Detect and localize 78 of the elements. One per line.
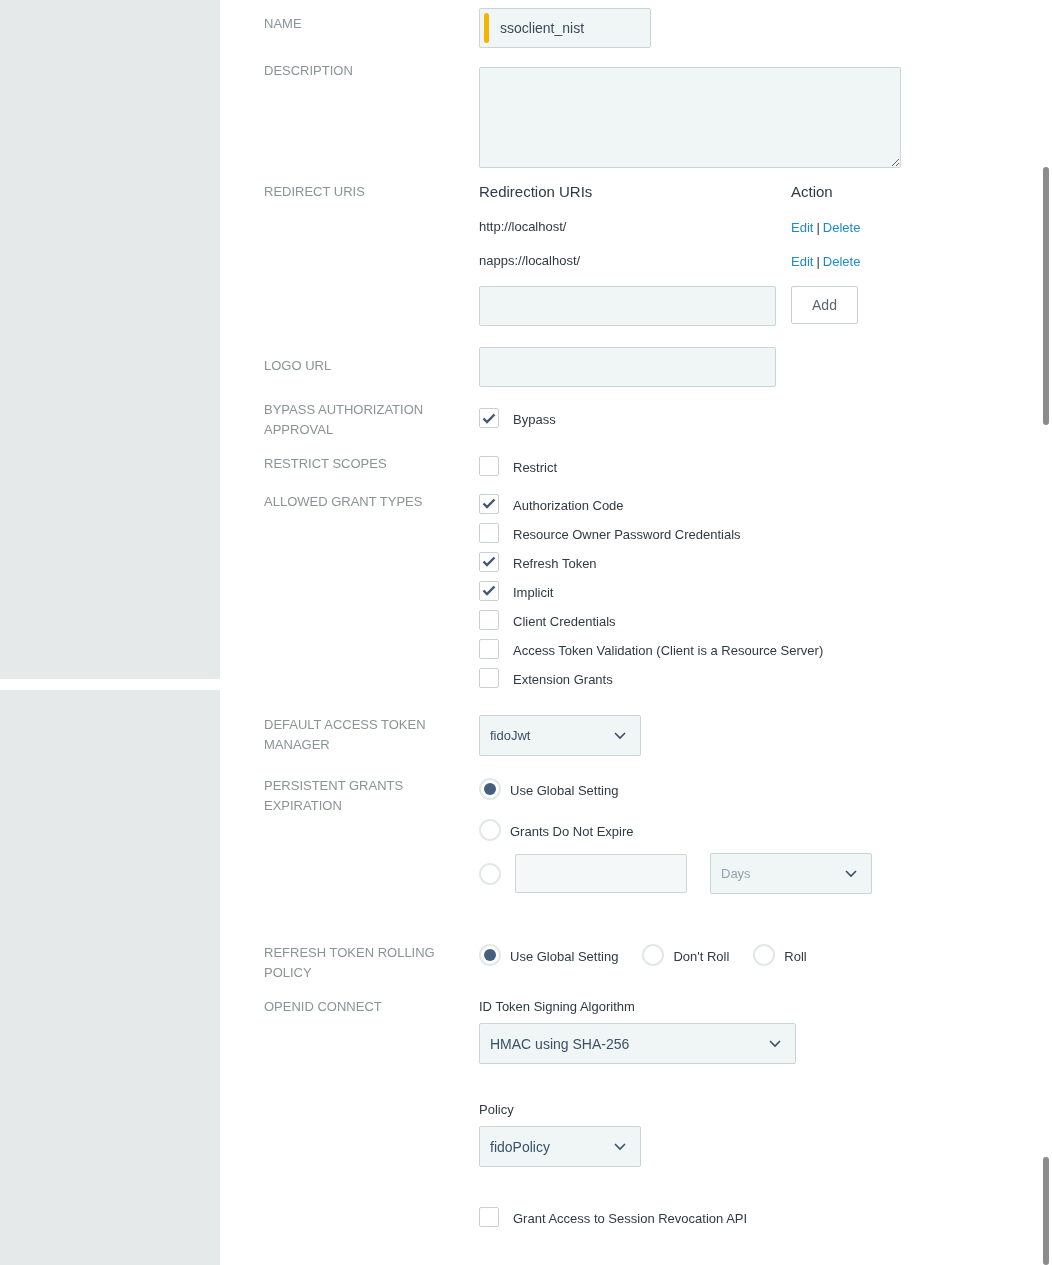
chevron-down-icon — [614, 1142, 626, 1151]
field-label: Policy — [479, 1101, 515, 1119]
uri-cell-text: napps://localhost/ — [479, 252, 582, 270]
field-label: POLICY — [264, 964, 313, 982]
radio-label[interactable]: Use Global Setting — [510, 948, 619, 964]
edit-link[interactable]: Edit — [791, 253, 814, 269]
check-icon — [482, 412, 496, 424]
radio-button[interactable] — [753, 944, 776, 966]
checkbox[interactable] — [479, 1207, 499, 1227]
scrollbar-thumb[interactable] — [1043, 167, 1049, 425]
chevron-down-icon — [614, 731, 626, 740]
check-icon — [482, 556, 496, 567]
algorithm-select[interactable]: HMAC using SHA-256 — [479, 1023, 796, 1064]
field-label: EXPIRATION — [264, 797, 343, 815]
duration-field[interactable] — [515, 854, 687, 893]
column-header: Redirection URIs — [479, 182, 594, 202]
field-label: APPROVAL — [264, 421, 335, 439]
field-label: DESCRIPTION — [264, 62, 354, 80]
radio-button[interactable] — [479, 944, 501, 966]
checkbox[interactable] — [479, 456, 499, 476]
scrollbar-thumb[interactable] — [1043, 1157, 1049, 1265]
checkbox-label[interactable]: Restrict — [513, 460, 558, 475]
field-label: ALLOWED GRANT TYPES — [264, 493, 424, 511]
delete-link[interactable]: Delete — [822, 219, 861, 235]
separator: | — [816, 219, 820, 235]
field-label: REDIRECT URIS — [264, 183, 366, 201]
checkbox[interactable] — [479, 609, 499, 630]
check-icon — [482, 585, 496, 596]
checkbox-label[interactable]: Grant Access to Session Revocation API — [513, 1211, 748, 1226]
checkbox[interactable] — [479, 580, 499, 601]
field-label: RESTRICT SCOPES — [264, 455, 388, 473]
field-label: MANAGER — [264, 736, 331, 754]
field-label: REFRESH TOKEN ROLLING — [264, 944, 436, 962]
checkbox-label[interactable]: Extension Grants — [513, 671, 613, 687]
required-marker — [484, 13, 489, 43]
description-field[interactable] — [479, 67, 901, 168]
name-field[interactable]: ssoclient_nist — [479, 8, 651, 48]
field-label: OPENID CONNECT — [264, 998, 383, 1016]
radio-label[interactable]: Don't Roll — [673, 948, 730, 964]
checkbox[interactable] — [479, 638, 499, 659]
check-icon — [482, 498, 496, 509]
field-label: DEFAULT ACCESS TOKEN — [264, 716, 427, 734]
chevron-down-icon — [769, 1039, 781, 1048]
field-label: LOGO URL — [264, 357, 333, 375]
field-label: PERSISTENT GRANTS — [264, 777, 405, 795]
radio-button[interactable] — [479, 819, 501, 841]
chevron-down-icon — [845, 869, 857, 878]
delete-link[interactable]: Delete — [822, 253, 861, 269]
radio-button[interactable] — [479, 778, 501, 800]
checkbox[interactable] — [479, 408, 499, 428]
radio-label[interactable]: Use Global Setting — [510, 782, 619, 798]
checkbox-label[interactable]: Refresh Token — [513, 555, 597, 571]
field-label: NAME — [264, 15, 303, 33]
radio-button[interactable] — [642, 944, 665, 966]
uri-input-field[interactable] — [479, 286, 776, 326]
field-label: BYPASS AUTHORIZATION — [264, 401, 425, 419]
checkbox-label[interactable]: Client Credentials — [513, 613, 616, 629]
logo-url-field[interactable] — [479, 347, 776, 387]
policy-select[interactable]: fidoPolicy — [479, 1126, 641, 1167]
checkbox-label[interactable]: Bypass — [513, 412, 556, 427]
separator: | — [816, 253, 820, 269]
uri-cell-text: http://localhost/ — [479, 218, 568, 236]
checkbox-label[interactable]: Resource Owner Password Credentials — [513, 526, 741, 542]
checkbox[interactable] — [479, 551, 499, 572]
checkbox[interactable] — [479, 667, 499, 688]
checkbox-label[interactable]: Implicit — [513, 584, 554, 600]
radio-label[interactable]: Roll — [784, 948, 807, 964]
checkbox-label[interactable]: Authorization Code — [513, 497, 624, 513]
checkbox-label[interactable]: Access Token Validation (Client is a Resource Server) — [513, 642, 824, 658]
edit-link[interactable]: Edit — [791, 219, 814, 235]
checkbox[interactable] — [479, 522, 499, 543]
access-token-manager-select[interactable]: fidoJwt — [479, 715, 641, 756]
field-label: ID Token Signing Algorithm — [479, 998, 636, 1016]
add-button[interactable]: Add — [791, 286, 858, 324]
radio-label[interactable]: Grants Do Not Expire — [510, 823, 634, 839]
column-header: Action — [791, 182, 834, 202]
radio-button[interactable] — [479, 862, 501, 885]
checkbox[interactable] — [479, 493, 499, 514]
